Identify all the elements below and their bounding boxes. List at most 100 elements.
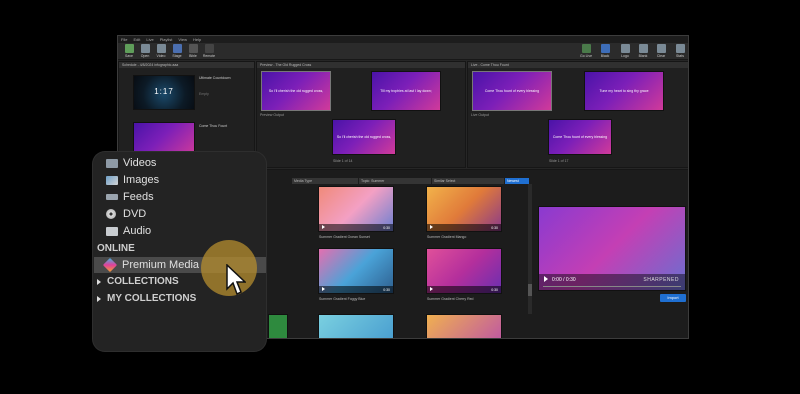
menu-live[interactable]: Live: [146, 37, 153, 42]
blank-icon: [638, 44, 648, 53]
media-thumb-ocean-sunset[interactable]: 0:30: [318, 186, 394, 232]
media-caption: Summer Gradient Ocean Sunset: [319, 235, 370, 239]
schedule-item-meta: Empty: [199, 92, 209, 96]
menu-view[interactable]: View: [178, 37, 187, 42]
expand-arrow-icon: [97, 295, 101, 302]
collections-toggle[interactable]: COLLECTIONS: [97, 276, 179, 287]
preview-slide-counter: Slide 1 of 14: [333, 159, 353, 163]
preview-slide-2[interactable]: Till my trophies at last I lay down;: [371, 71, 441, 111]
video-button[interactable]: Video: [154, 44, 168, 59]
thumb-duration: 0:30: [383, 288, 390, 292]
remote-button[interactable]: Remote: [202, 44, 216, 59]
source-videos[interactable]: Videos: [106, 155, 156, 171]
menu-file[interactable]: File: [121, 37, 127, 42]
live-title: Live - Come Thou Fount: [468, 62, 688, 68]
preview-output-slide: So I'll cherish the old rugged cross,: [332, 119, 396, 155]
source-images[interactable]: Images: [106, 172, 159, 188]
menu-help[interactable]: Help: [193, 37, 201, 42]
source-premium-media[interactable]: Premium Media: [102, 257, 199, 273]
preview-pane: Preview - The Old Rugged Cross So I'll c…: [256, 61, 466, 168]
images-icon: [106, 175, 118, 185]
media-scrollbar[interactable]: [528, 184, 532, 314]
filter-newest[interactable]: Newest: [505, 178, 529, 184]
menu-playlist[interactable]: Playlist: [160, 37, 173, 42]
filter-similar[interactable]: Similar Select: [432, 178, 504, 184]
stats-button[interactable]: Stats: [673, 44, 687, 59]
feeds-icon: [106, 194, 118, 200]
go-live-icon: [581, 44, 591, 53]
live-output-slide: Come Thou fount of every blessing: [548, 119, 612, 155]
source-audio[interactable]: Audio: [106, 223, 151, 239]
live-slide-1[interactable]: Come Thou fount of every blessing: [472, 71, 552, 111]
media-thumb-cherry-red[interactable]: 0:30: [426, 248, 502, 294]
bible-button[interactable]: Bible: [186, 44, 200, 59]
media-thumb-foggy-blue[interactable]: 0:30: [318, 248, 394, 294]
dvd-icon: [106, 209, 116, 219]
player-progress-bar[interactable]: [543, 286, 681, 287]
online-heading: ONLINE: [97, 243, 135, 254]
toolbar: Save Open Video Stage Bible Remote Go Li…: [118, 43, 688, 60]
my-collections-toggle[interactable]: MY COLLECTIONS: [97, 293, 196, 304]
thumb-control-bar: [427, 286, 501, 293]
live-pane: Live - Come Thou Fount Come Thou fount o…: [467, 61, 688, 168]
live-output-label: Live Output: [471, 113, 489, 117]
mouse-cursor-icon: [226, 264, 246, 296]
import-label: Import: [667, 295, 679, 300]
import-button[interactable]: Import: [660, 294, 686, 302]
source-feeds[interactable]: Feeds: [106, 189, 154, 205]
player-brand-watermark: SHARPENED: [643, 277, 679, 283]
stage-button[interactable]: Stage: [170, 44, 184, 59]
media-thumb-next-2[interactable]: [426, 314, 502, 338]
source-dvd[interactable]: DVD: [106, 206, 146, 222]
logo-button[interactable]: Logo: [618, 44, 632, 59]
media-thumb-partial[interactable]: [268, 314, 288, 338]
video-icon: [156, 44, 166, 53]
thumb-control-bar: [427, 224, 501, 231]
schedule-item-countdown[interactable]: Ultimate Countdown: [199, 76, 231, 80]
menu-bar: File Edit Live Playlist View Help: [118, 36, 688, 43]
video-player[interactable]: 0:00 / 0:30 SHARPENED: [538, 206, 686, 291]
media-thumb-next-1[interactable]: [318, 314, 394, 338]
stage-icon: [172, 44, 182, 53]
countdown-thumb[interactable]: 1:17: [133, 75, 195, 110]
media-caption: Summer Gradient Mango: [427, 235, 467, 239]
open-icon: [140, 44, 150, 53]
black-button[interactable]: Black: [598, 44, 612, 59]
open-button[interactable]: Open: [138, 44, 152, 59]
thumb-duration: 0:30: [491, 288, 498, 292]
filter-media-type[interactable]: Media Type: [292, 178, 358, 184]
audio-icon: [106, 226, 118, 236]
live-slide-counter: Slide 1 of 17: [549, 159, 569, 163]
schedule-item-come-thou-fount[interactable]: Come Thou Fount: [199, 124, 227, 128]
thumb-control-bar: [319, 286, 393, 293]
clear-button[interactable]: Clear: [654, 44, 668, 59]
player-play-icon[interactable]: [544, 276, 548, 282]
thumb-duration: 0:30: [491, 226, 498, 230]
blank-button[interactable]: Blank: [636, 44, 650, 59]
remote-icon: [204, 44, 214, 53]
save-button[interactable]: Save: [122, 44, 136, 59]
black-icon: [600, 44, 610, 53]
menu-edit[interactable]: Edit: [133, 37, 140, 42]
stats-icon: [675, 44, 685, 53]
play-icon: [430, 287, 433, 291]
videos-icon: [106, 158, 118, 168]
media-caption: Summer Gradient Foggy Blue: [319, 297, 366, 301]
logo-icon: [620, 44, 630, 53]
media-thumb-mango[interactable]: 0:30: [426, 186, 502, 232]
thumb-control-bar: [319, 224, 393, 231]
save-icon: [124, 44, 134, 53]
preview-output-label: Preview Output: [260, 113, 284, 117]
player-time: 0:00 / 0:30: [552, 277, 576, 283]
play-icon: [322, 287, 325, 291]
bible-icon: [188, 44, 198, 53]
filter-topic[interactable]: Topic: Summer: [359, 178, 431, 184]
live-slide-2[interactable]: Tune my heart to sing thy grace: [584, 71, 664, 111]
media-source-panel: Videos Images Feeds DVD Audio ONLINE Pre…: [93, 152, 266, 351]
preview-title: Preview - The Old Rugged Cross: [257, 62, 465, 68]
expand-arrow-icon: [97, 278, 101, 285]
preview-slide-1[interactable]: So I'll cherish the old rugged cross,: [261, 71, 331, 111]
clear-icon: [656, 44, 666, 53]
go-live-button[interactable]: Go Live: [579, 44, 593, 59]
play-icon: [430, 225, 433, 229]
